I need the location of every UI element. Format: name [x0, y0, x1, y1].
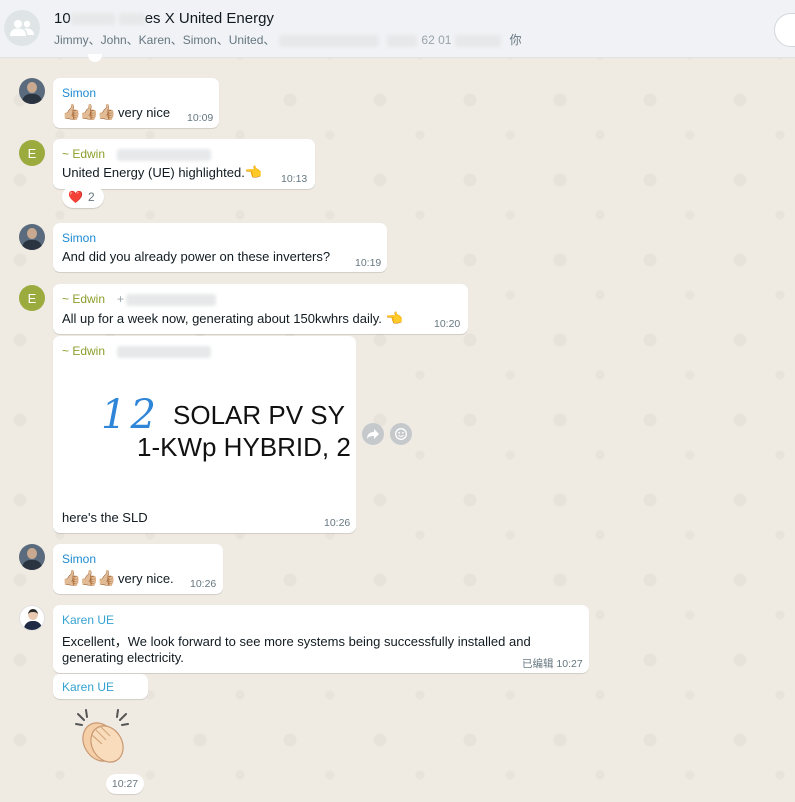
chat-title-end: es X United Energy — [144, 10, 274, 27]
sender-label: ~ Edwin — [62, 147, 106, 161]
members-mid: 62 01 — [421, 33, 452, 47]
message-time: 已编辑 10:27 — [522, 656, 583, 671]
image-text-line1: SOLAR PV SY — [173, 400, 345, 430]
message-bubble[interactable]: Simon 👍🏼👍🏼👍🏼 very nice. 10:26 — [53, 544, 223, 594]
clapping-hands-sticker[interactable] — [72, 708, 132, 766]
chat-title[interactable]: 10 es X United Energy — [54, 10, 274, 27]
message-bubble[interactable]: Simon 👍🏼👍🏼👍🏼 very nice 10:09 — [53, 78, 219, 128]
forward-icon — [367, 429, 379, 439]
chat-members: Jimmy、John、Karen、Simon、United、 62 01 你 — [54, 31, 521, 48]
sender-label: ~ Edwin — [62, 292, 106, 306]
time-value: 10:27 — [556, 658, 583, 670]
redacted-text — [387, 34, 418, 47]
message-time: 10:19 — [355, 257, 382, 269]
redacted-text — [117, 345, 212, 358]
header-action-button[interactable] — [774, 13, 795, 47]
image-caption: here's the SLD — [62, 510, 148, 525]
heart-emoji: ❤️ — [68, 190, 83, 204]
message-body: All up for a week now, generating about … — [62, 311, 382, 326]
avatar-simon[interactable] — [19, 224, 45, 250]
sticker-time: 10:27 — [106, 774, 144, 794]
message-text: All up for a week now, generating about … — [62, 310, 403, 327]
group-avatar[interactable] — [4, 10, 40, 46]
message-time: 10:26 — [190, 578, 217, 590]
message-body: very nice. — [118, 571, 174, 586]
sld-image[interactable]: 12 SOLAR PV SY 1-KWp HYBRID, 2 — [57, 362, 353, 510]
sender-name[interactable]: ~ Edwin — [62, 147, 212, 161]
pointing-hand-emoji: 👈 — [385, 310, 403, 326]
avatar-edwin[interactable]: E — [19, 140, 45, 166]
members-end: 你 — [509, 33, 522, 47]
chat-title-start: 10 — [54, 10, 71, 27]
chat-header: 10 es X United Energy Jimmy、John、Karen、Si… — [0, 0, 795, 58]
sender-phone-start: + — [117, 292, 125, 306]
previous-message-stub — [88, 54, 102, 62]
redacted-text — [126, 293, 217, 306]
image-text-line2: 1-KWp HYBRID, 2 — [137, 432, 351, 462]
sender-label: ~ Edwin — [62, 344, 106, 358]
forward-button[interactable] — [362, 423, 384, 445]
redacted-text — [118, 13, 145, 26]
message-time: 10:09 — [187, 112, 214, 124]
redacted-text — [455, 34, 502, 47]
sender-name[interactable]: ~ Edwin — [62, 344, 212, 358]
sender-name[interactable]: Simon — [62, 86, 96, 100]
message-bubble[interactable]: ~ Edwin + All up for a week now, generati… — [53, 284, 468, 334]
emoji-react-button[interactable] — [390, 423, 412, 445]
message-text: 👍🏼👍🏼👍🏼 very nice — [62, 103, 170, 121]
redacted-text — [70, 13, 115, 26]
message-body: United Energy (UE) highlighted. — [62, 165, 245, 180]
message-time: 10:26 — [324, 517, 351, 529]
redacted-text — [279, 34, 380, 47]
avatar-simon[interactable] — [19, 544, 45, 570]
sender-name[interactable]: Simon — [62, 231, 96, 245]
thumbs-up-emoji: 👍🏼👍🏼👍🏼 — [62, 104, 116, 121]
message-text: And did you already power on these inver… — [62, 249, 331, 264]
redacted-text — [117, 148, 212, 161]
image-message-bubble[interactable]: ~ Edwin 12 SOLAR PV SY 1-KWp HYBRID, 2 h… — [53, 336, 356, 533]
sender-name[interactable]: Karen UE — [62, 680, 114, 694]
message-text-line2: generating electricity. — [62, 650, 184, 665]
message-text: 👍🏼👍🏼👍🏼 very nice. — [62, 569, 174, 587]
group-icon — [10, 20, 34, 36]
sender-name[interactable]: Karen UE — [62, 613, 114, 627]
reaction-count: 2 — [87, 190, 95, 204]
emoji-icon — [395, 428, 407, 440]
reaction-badge[interactable]: ❤️ 2 — [62, 186, 104, 208]
avatar-simon[interactable] — [19, 78, 45, 104]
sticker-sender-bubble[interactable]: Karen UE — [53, 674, 148, 699]
message-bubble[interactable]: Simon And did you already power on these… — [53, 223, 387, 272]
message-text: United Energy (UE) highlighted.👈 — [62, 164, 262, 181]
message-bubble[interactable]: Karen UE Excellent，We look forward to se… — [53, 605, 589, 673]
sender-name[interactable]: Simon — [62, 552, 96, 566]
avatar-edwin[interactable]: E — [19, 285, 45, 311]
sender-name[interactable]: ~ Edwin + — [62, 292, 217, 306]
members-visible: Jimmy、John、Karen、Simon、United、 — [54, 33, 276, 47]
message-body: very nice — [118, 105, 171, 120]
thumbs-up-emoji: 👍🏼👍🏼👍🏼 — [62, 570, 116, 587]
message-bubble[interactable]: ~ Edwin United Energy (UE) highlighted.👈… — [53, 139, 315, 189]
edited-label: 已编辑 — [522, 658, 554, 670]
message-text-line1: Excellent，We look forward to see more sy… — [62, 634, 531, 649]
pointing-hand-emoji: 👈 — [244, 164, 263, 180]
avatar-karen[interactable] — [19, 605, 45, 631]
message-time: 10:13 — [281, 173, 308, 185]
message-time: 10:20 — [434, 318, 461, 330]
